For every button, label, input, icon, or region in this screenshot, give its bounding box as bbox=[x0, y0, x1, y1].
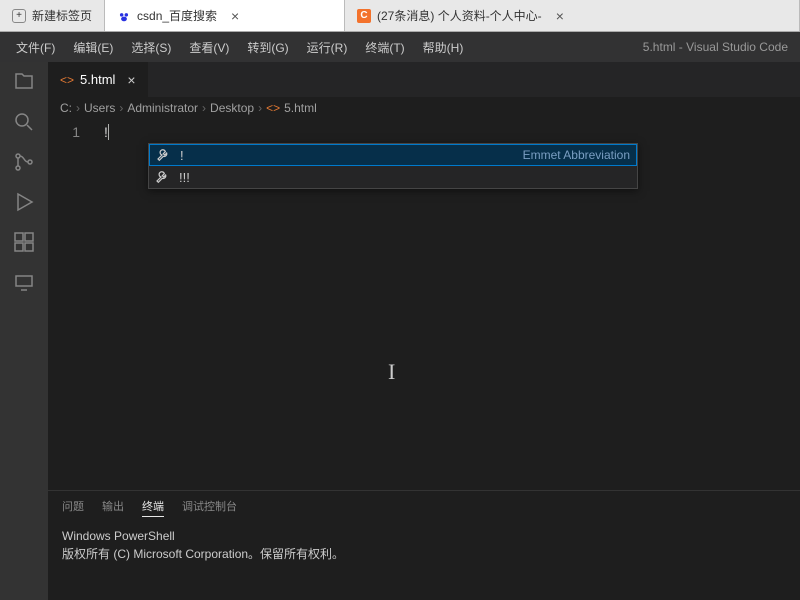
chevron-right-icon: › bbox=[258, 101, 262, 115]
menu-run[interactable]: 运行(R) bbox=[299, 35, 356, 60]
text-cursor bbox=[108, 124, 109, 140]
menu-go[interactable]: 转到(G) bbox=[239, 35, 296, 60]
panel-tab-row: 问题 输出 终端 调试控制台 bbox=[48, 491, 800, 521]
panel-tab-problems[interactable]: 问题 bbox=[62, 496, 84, 516]
crumb[interactable]: Users bbox=[84, 101, 115, 115]
editor-tab-label: 5.html bbox=[80, 72, 115, 87]
search-icon[interactable] bbox=[12, 110, 36, 134]
terminal-body[interactable]: Windows PowerShell 版权所有 (C) Microsoft Co… bbox=[48, 521, 800, 600]
menu-help[interactable]: 帮助(H) bbox=[415, 35, 472, 60]
panel-tab-debug-console[interactable]: 调试控制台 bbox=[182, 496, 237, 516]
menu-selection[interactable]: 选择(S) bbox=[123, 35, 179, 60]
editor-area: <> 5.html × C: › Users › Administrator ›… bbox=[48, 62, 800, 600]
menu-bar: 文件(F) 编辑(E) 选择(S) 查看(V) 转到(G) 运行(R) 终端(T… bbox=[0, 35, 471, 60]
i-beam-cursor-icon: I bbox=[388, 359, 395, 385]
terminal-line: Windows PowerShell bbox=[62, 527, 786, 545]
html-file-icon: <> bbox=[266, 101, 280, 115]
title-bar: 文件(F) 编辑(E) 选择(S) 查看(V) 转到(G) 运行(R) 终端(T… bbox=[0, 32, 800, 62]
suggest-label: ! bbox=[180, 148, 184, 163]
extensions-icon[interactable] bbox=[12, 230, 36, 254]
breadcrumbs[interactable]: C: › Users › Administrator › Desktop › <… bbox=[48, 97, 800, 119]
tab-close-icon[interactable]: × bbox=[556, 8, 564, 24]
menu-file[interactable]: 文件(F) bbox=[8, 35, 63, 60]
bottom-panel: 问题 输出 终端 调试控制台 Windows PowerShell 版权所有 (… bbox=[48, 490, 800, 600]
new-tab-icon: + bbox=[12, 9, 26, 23]
browser-tab-label: (27条消息) 个人资料-个人中心- bbox=[377, 7, 542, 24]
chevron-right-icon: › bbox=[76, 101, 80, 115]
terminal-line: 版权所有 (C) Microsoft Corporation。保留所有权利。 bbox=[62, 545, 786, 563]
browser-tab-profile[interactable]: C (27条消息) 个人资料-个人中心- × bbox=[345, 0, 800, 31]
run-debug-icon[interactable] bbox=[12, 190, 36, 214]
code-editor[interactable]: 1 ! ! Emmet Abbreviation bbox=[48, 119, 800, 490]
menu-view[interactable]: 查看(V) bbox=[181, 35, 237, 60]
chevron-right-icon: › bbox=[119, 101, 123, 115]
source-control-icon[interactable] bbox=[12, 150, 36, 174]
editor-tab-5html[interactable]: <> 5.html × bbox=[48, 62, 149, 97]
vscode-window: 文件(F) 编辑(E) 选择(S) 查看(V) 转到(G) 运行(R) 终端(T… bbox=[0, 32, 800, 600]
line-number: 1 bbox=[48, 123, 80, 142]
menu-terminal[interactable]: 终端(T) bbox=[357, 35, 412, 60]
remote-icon[interactable] bbox=[12, 270, 36, 294]
suggest-item[interactable]: ! Emmet Abbreviation bbox=[149, 144, 637, 166]
chevron-right-icon: › bbox=[202, 101, 206, 115]
code-content[interactable]: ! bbox=[104, 123, 109, 142]
csdn-c-icon: C bbox=[357, 9, 371, 23]
suggest-item[interactable]: !!! bbox=[149, 166, 637, 188]
crumb[interactable]: 5.html bbox=[284, 101, 317, 115]
crumb[interactable]: Desktop bbox=[210, 101, 254, 115]
browser-tab-label: csdn_百度搜索 bbox=[137, 7, 217, 24]
editor-tabs: <> 5.html × bbox=[48, 62, 800, 97]
intellisense-suggest-widget[interactable]: ! Emmet Abbreviation !!! bbox=[148, 143, 638, 189]
html-file-icon: <> bbox=[60, 73, 74, 87]
window-title: 5.html - Visual Studio Code bbox=[643, 40, 800, 54]
browser-tab-csdn[interactable]: csdn_百度搜索 × bbox=[105, 0, 345, 31]
editor-tab-close-icon[interactable]: × bbox=[127, 72, 135, 88]
line-number-gutter: 1 bbox=[48, 119, 96, 142]
menu-edit[interactable]: 编辑(E) bbox=[65, 35, 121, 60]
wrench-icon bbox=[155, 169, 171, 185]
browser-tab-label: 新建标签页 bbox=[32, 7, 92, 24]
main-area: <> 5.html × C: › Users › Administrator ›… bbox=[0, 62, 800, 600]
explorer-icon[interactable] bbox=[12, 70, 36, 94]
crumb[interactable]: C: bbox=[60, 101, 72, 115]
panel-tab-terminal[interactable]: 终端 bbox=[142, 496, 164, 517]
suggest-detail: Emmet Abbreviation bbox=[523, 148, 630, 162]
baidu-icon bbox=[117, 9, 131, 23]
crumb[interactable]: Administrator bbox=[127, 101, 198, 115]
tab-close-icon[interactable]: × bbox=[231, 8, 239, 24]
activity-bar bbox=[0, 62, 48, 600]
suggest-label: !!! bbox=[179, 170, 190, 185]
panel-tab-output[interactable]: 输出 bbox=[102, 496, 124, 516]
browser-tab-newtab[interactable]: + 新建标签页 bbox=[0, 0, 105, 31]
wrench-icon bbox=[156, 147, 172, 163]
browser-tab-strip: + 新建标签页 csdn_百度搜索 × C (27条消息) 个人资料-个人中心-… bbox=[0, 0, 800, 32]
